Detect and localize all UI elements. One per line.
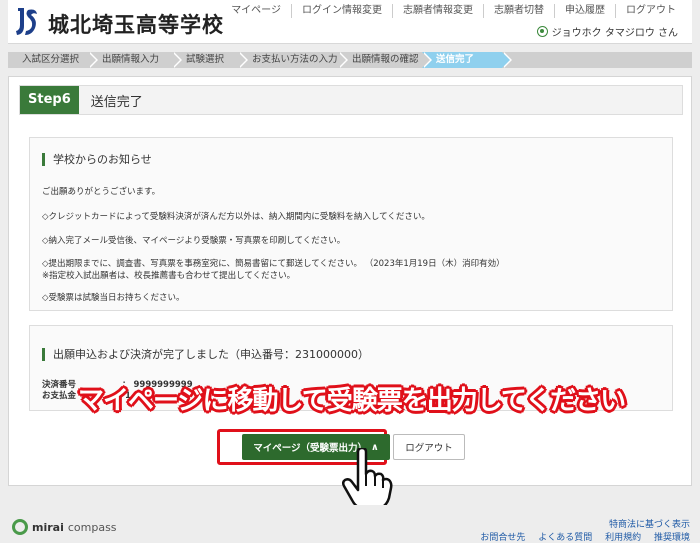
steps-filler: [502, 52, 692, 68]
step-badge: Step6: [20, 86, 79, 114]
step-6-active: 送信完了: [422, 52, 512, 68]
brand-rest: compass: [67, 520, 117, 534]
user-icon: [536, 26, 548, 37]
site-header: 城北埼玉高等学校 マイページ ログイン情報変更 志願者情報変更 志願者切替 申込…: [8, 0, 692, 44]
pointing-hand-icon: [342, 448, 393, 510]
notice-title: 学校からのお知らせ: [42, 153, 152, 166]
brand-bold: mirai: [32, 520, 64, 534]
link-faq[interactable]: よくある質問: [538, 533, 592, 543]
step-2: 出願情報入力: [88, 52, 182, 68]
nav-logout[interactable]: ログアウト: [615, 4, 686, 18]
notice-line: ※指定校入試出願者は、校長推薦書も合わせて提出してください。: [42, 271, 296, 281]
step-5: 出願情報の確認: [338, 52, 432, 68]
nav-applicant-switch[interactable]: 志願者切替: [483, 4, 554, 18]
notice-line: ◇納入完了メール受信後、マイページより受験票・写真票を印刷してください。: [42, 236, 346, 246]
progress-steps: 入試区分選択 出願情報入力 試験選択 お支払い方法の入力 出願情報の確認 送信完…: [8, 52, 692, 68]
notice-line: ご出願ありがとうございます。: [42, 187, 161, 197]
step-1: 入試区分選択: [8, 52, 98, 68]
main-panel: Step6 送信完了 学校からのお知らせ ご出願ありがとうございます。 ◇クレジ…: [8, 76, 692, 486]
miraicompass-icon: [12, 519, 28, 535]
header-nav: マイページ ログイン情報変更 志願者情報変更 志願者切替 申込履歴 ログアウト: [221, 4, 686, 18]
footer-links-bottom: お問合せ先 よくある質問 利用規約 推奨環境: [470, 530, 690, 543]
step-heading: Step6 送信完了: [19, 85, 683, 115]
nav-applicant-info-change[interactable]: 志願者情報変更: [392, 4, 483, 18]
logout-button[interactable]: ログアウト: [393, 434, 465, 460]
school-logo-icon: [16, 8, 37, 35]
notice-line: ◇提出期限までに、調査書、写真票を事務室宛に、簡易書留にて郵送してください。 （…: [42, 259, 505, 269]
school-name: 城北埼玉高等学校: [48, 12, 224, 37]
step-4: お支払い方法の入力: [238, 52, 348, 68]
nav-application-history[interactable]: 申込履歴: [554, 4, 615, 18]
nav-login-info-change[interactable]: ログイン情報変更: [291, 4, 392, 18]
miraicompass-logo: mirai compass: [12, 519, 117, 535]
link-terms[interactable]: 利用規約: [605, 533, 641, 543]
completion-title: 出願申込および決済が完了しました（申込番号：231000000）: [42, 348, 369, 361]
school-notice-box: 学校からのお知らせ ご出願ありがとうございます。 ◇クレジットカードによって受験…: [29, 137, 673, 311]
user-info: ジョウホク タマジロウ さん: [536, 24, 678, 39]
link-environment[interactable]: 推奨環境: [654, 533, 690, 543]
instruction-overlay: マイページに移動して受験票を出力してください: [78, 386, 626, 416]
step-label: 送信完了: [90, 94, 143, 110]
footer-links-top: 特商法に基づく表示: [599, 517, 690, 530]
nav-mypage[interactable]: マイページ: [221, 4, 291, 18]
site-footer: mirai compass 特商法に基づく表示 お問合せ先 よくある質問 利用規約…: [0, 505, 700, 543]
link-commerce-law[interactable]: 特商法に基づく表示: [609, 520, 690, 530]
notice-line: ◇クレジットカードによって受験料決済が済んだ方以外は、納入期間内に受験料を納入し…: [42, 212, 430, 222]
user-name: ジョウホク タマジロウ さん: [551, 28, 678, 39]
notice-line: ◇受験票は試験当日お持ちください。: [42, 293, 185, 303]
link-contact[interactable]: お問合せ先: [480, 533, 525, 543]
